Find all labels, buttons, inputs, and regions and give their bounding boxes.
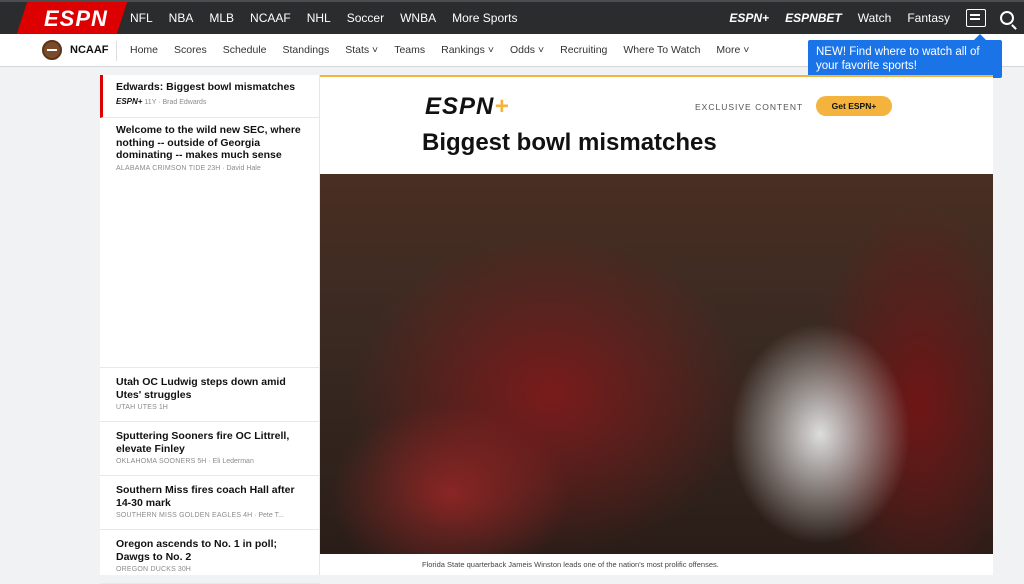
story-title: Sputtering Sooners fire OC Littrell, ele…: [116, 430, 290, 455]
article-main: ESPN+ EXCLUSIVE CONTENT Get ESPN+ Bigges…: [320, 75, 993, 575]
espn-bet-link[interactable]: ESPNBET: [785, 11, 842, 25]
story-title: Utah OC Ludwig steps down amid Utes' str…: [116, 376, 286, 401]
story-title: Oregon ascends to No. 1 in poll; Dawgs t…: [116, 538, 278, 563]
story-title: Welcome to the wild new SEC, where nothi…: [116, 124, 301, 161]
story-time: 23h: [207, 164, 221, 172]
subnav-odds[interactable]: Odds ˅: [510, 44, 544, 56]
watch-link[interactable]: Watch: [858, 11, 892, 25]
story-tag: SOUTHERN MISS GOLDEN EAGLES: [116, 512, 242, 519]
story-time: 30h: [177, 566, 191, 573]
nav-wnba[interactable]: WNBA: [400, 11, 436, 25]
nav-mlb[interactable]: MLB: [209, 11, 234, 25]
story-tag: OREGON DUCKS: [116, 566, 176, 573]
headline-sidebar: Edwards: Biggest bowl mismatches ESPN+ 1…: [100, 75, 320, 584]
story-meta: ALABAMA CRIMSON TIDE 23h · David Hale: [116, 164, 261, 172]
story-author: Pete T...: [258, 512, 284, 519]
espn-plus-logo: ESPN+: [425, 93, 509, 121]
story-meta: ESPN+ 11y · Brad Edwards: [116, 96, 207, 106]
subnav-teams[interactable]: Teams: [394, 44, 425, 56]
story-meta: UTAH UTES 1h: [116, 404, 304, 411]
photo-caption: Florida State quarterback Jameis Winston…: [422, 560, 719, 569]
story-author: David Hale: [226, 164, 261, 172]
subnav-stats[interactable]: Stats ˅: [345, 44, 378, 56]
where-to-watch-tooltip[interactable]: NEW! Find where to watch all of your fav…: [808, 34, 1002, 78]
story-time: 4h: [243, 512, 253, 519]
story-author: Brad Edwards: [162, 98, 207, 106]
top-bar: ESPN NFL NBA MLB NCAAF NHL Soccer WNBA M…: [0, 0, 1024, 34]
subnav-more[interactable]: More ˅: [716, 44, 749, 56]
espn-plus-tag: ESPN+: [116, 96, 143, 106]
subnav-scores[interactable]: Scores: [174, 44, 207, 56]
subnav-schedule[interactable]: Schedule: [223, 44, 267, 56]
story-tag: UTAH UTES: [116, 404, 157, 411]
nav-nfl[interactable]: NFL: [130, 11, 153, 25]
nav-more-sports[interactable]: More Sports: [452, 11, 517, 25]
subnav-divider: [116, 41, 117, 61]
nav-nhl[interactable]: NHL: [307, 11, 331, 25]
subnav-recruiting[interactable]: Recruiting: [560, 44, 607, 56]
subnav-rankings[interactable]: Rankings ˅: [441, 44, 494, 56]
subnav-items: Home Scores Schedule Standings Stats ˅ T…: [122, 34, 757, 66]
story-author: Eli Lederman: [212, 458, 254, 465]
story-time: 5h: [197, 458, 207, 465]
story-time: 11y: [144, 98, 157, 106]
list-item[interactable]: Oregon ascends to No. 1 in poll; Dawgs t…: [100, 530, 320, 584]
story-meta: OKLAHOMA SOONERS 5h · Eli Lederman: [116, 458, 254, 465]
top-right-nav: ESPN+ ESPNBET Watch Fantasy: [721, 2, 1024, 34]
story-time: 1h: [158, 404, 168, 411]
subnav-where-to-watch[interactable]: Where To Watch: [623, 44, 700, 56]
article-headline: Biggest bowl mismatches: [422, 129, 717, 156]
espn-plus-link[interactable]: ESPN+: [729, 11, 769, 25]
story-title: Edwards: Biggest bowl mismatches: [116, 81, 296, 93]
ball-icon: [42, 40, 62, 60]
nav-nba[interactable]: NBA: [169, 11, 194, 25]
list-item[interactable]: Edwards: Biggest bowl mismatches ESPN+ 1…: [100, 75, 320, 118]
list-item[interactable]: Utah OC Ludwig steps down amid Utes' str…: [100, 368, 320, 422]
get-espn-plus-button[interactable]: Get ESPN+: [816, 96, 892, 116]
story-meta: SOUTHERN MISS GOLDEN EAGLES 4h · Pete T.…: [116, 512, 284, 519]
espn-plus-logo-plus: +: [494, 93, 510, 120]
list-item[interactable]: Sputtering Sooners fire OC Littrell, ele…: [100, 422, 320, 476]
inbox-icon[interactable]: [966, 9, 986, 27]
subnav-title[interactable]: NCAAF: [70, 44, 109, 56]
espn-plus-logo-text: ESPN: [425, 93, 495, 120]
search-icon[interactable]: [1000, 11, 1014, 25]
list-item[interactable]: Southern Miss fires coach Hall after 14-…: [100, 476, 320, 530]
story-title: Southern Miss fires coach Hall after 14-…: [116, 484, 295, 509]
story-tag: OKLAHOMA SOONERS: [116, 458, 196, 465]
subnav-standings[interactable]: Standings: [283, 44, 330, 56]
list-item[interactable]: Welcome to the wild new SEC, where nothi…: [100, 118, 320, 368]
exclusive-label: EXCLUSIVE CONTENT: [695, 102, 804, 112]
article-photo: [320, 174, 993, 554]
nav-ncaaf[interactable]: NCAAF: [250, 11, 291, 25]
fantasy-link[interactable]: Fantasy: [907, 11, 950, 25]
nav-soccer[interactable]: Soccer: [347, 11, 384, 25]
sport-nav: NFL NBA MLB NCAAF NHL Soccer WNBA More S…: [122, 2, 525, 34]
story-tag: ALABAMA CRIMSON TIDE: [116, 164, 206, 172]
story-meta: OREGON DUCKS 30h: [116, 566, 304, 573]
espn-logo[interactable]: ESPN: [44, 6, 108, 32]
subnav-home[interactable]: Home: [130, 44, 158, 56]
